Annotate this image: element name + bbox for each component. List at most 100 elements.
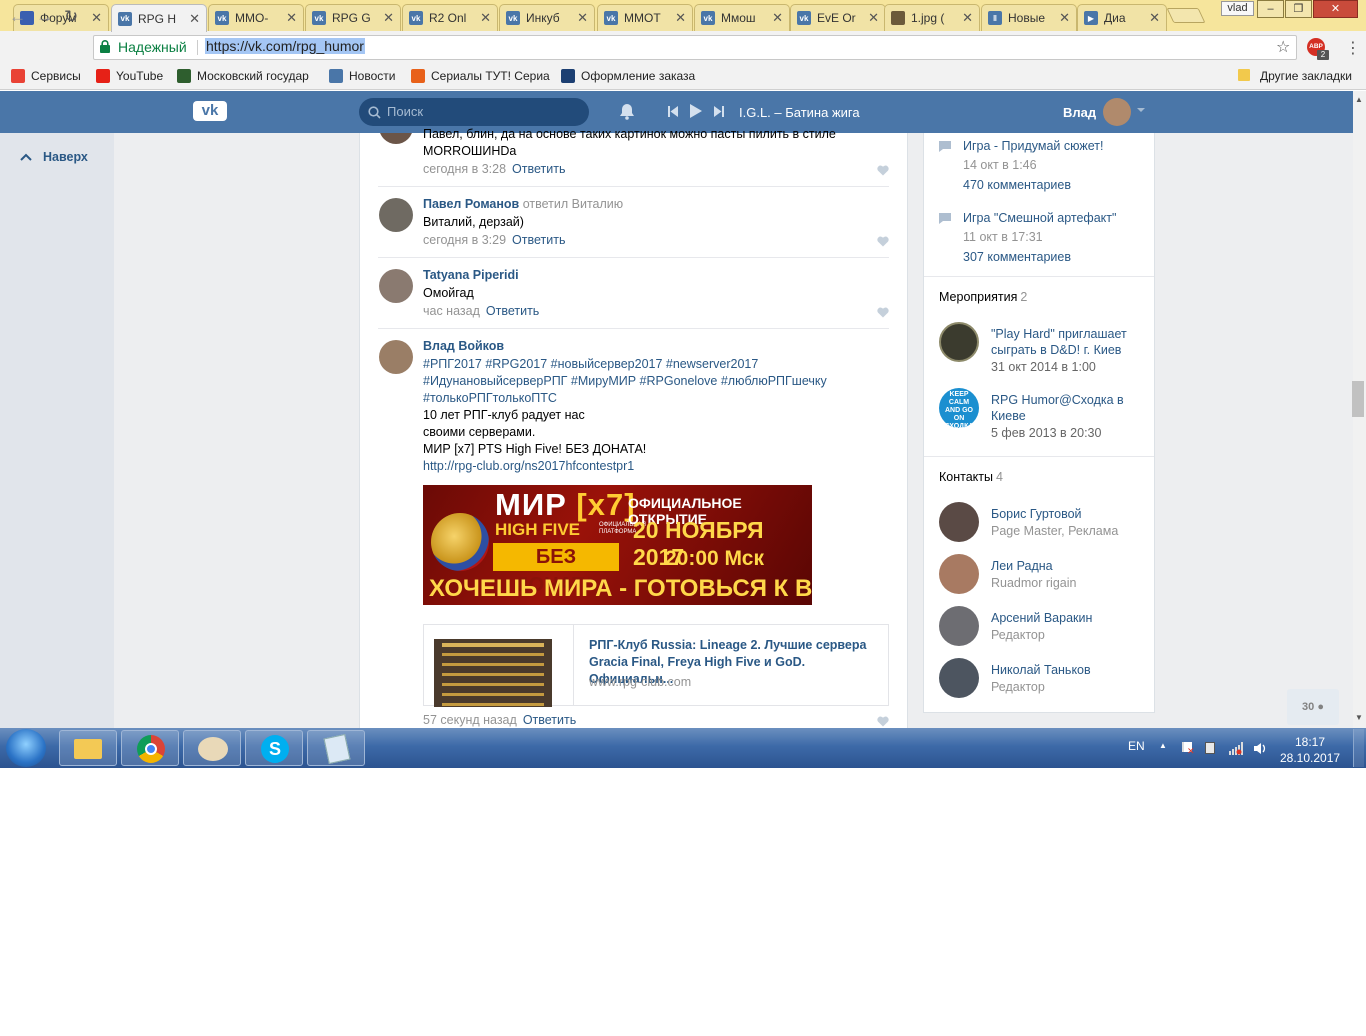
bookmark-item[interactable]: YouTube <box>96 69 163 83</box>
comment-link[interactable]: http://rpg-club.org/ns2017hfcontestpr1 <box>423 458 634 475</box>
other-bookmarks[interactable]: Другие закладки <box>1260 69 1352 83</box>
hashtags[interactable]: #толькоРПГтолькоПТС <box>423 390 557 407</box>
close-icon[interactable]: ✕ <box>383 10 394 26</box>
tab-3[interactable]: vk RPG G ✕ <box>305 4 401 31</box>
network-icon[interactable] <box>1229 742 1243 755</box>
device-icon[interactable] <box>1205 742 1218 755</box>
scroll-up-icon[interactable]: ▲ <box>1355 95 1363 104</box>
tab-9[interactable]: 1.jpg (✕ <box>884 4 980 31</box>
reply-button[interactable]: Ответить <box>486 304 539 318</box>
close-icon[interactable]: ✕ <box>91 10 102 26</box>
event-name[interactable]: Киеве <box>991 408 1026 424</box>
file-explorer-icon[interactable] <box>59 730 117 766</box>
tab-8[interactable]: vk EvE Or ✕ <box>790 4 886 31</box>
event-name[interactable]: RPG Humor@Сходка в <box>991 392 1124 408</box>
avatar[interactable] <box>1103 98 1131 126</box>
star-icon[interactable]: ☆ <box>1276 37 1290 57</box>
notepad-icon[interactable] <box>307 730 365 766</box>
avatar[interactable] <box>939 554 979 594</box>
hashtags[interactable]: #ИдунановыйсерверРПГ #МируМИР #RPGonelov… <box>423 373 827 390</box>
profile-button[interactable]: vlad <box>1221 1 1254 16</box>
next-track-icon[interactable] <box>714 105 724 117</box>
comment-author[interactable]: Павел Романов ответил Виталию <box>423 197 623 211</box>
online-friends-button[interactable]: 30 ● <box>1287 689 1339 725</box>
discussion-comments[interactable]: 307 комментариев <box>963 249 1071 265</box>
bookmark-item[interactable]: Сериалы ТУТ! Сериа <box>411 69 550 83</box>
contacts-title[interactable]: Контакты 4 <box>939 470 1003 484</box>
avatar[interactable] <box>939 658 979 698</box>
tab-2[interactable]: vk MMO- ✕ <box>208 4 304 31</box>
play-icon[interactable] <box>690 104 702 118</box>
tab-5[interactable]: vk Инкуб ✕ <box>499 4 595 31</box>
flag-icon[interactable]: ✕ <box>1182 742 1195 756</box>
prev-track-icon[interactable] <box>668 105 678 117</box>
contact-name[interactable]: Борис Гуртовой <box>991 506 1082 522</box>
tab-0[interactable]: Форум ✕ <box>13 4 109 31</box>
chevron-down-icon[interactable] <box>1137 108 1145 112</box>
events-title[interactable]: Мероприятия 2 <box>939 290 1027 304</box>
promo-banner-image[interactable]: МИР [x7] HIGH FIVE ОФИЦИАЛЬНАЯ ПЛАТФОРМА… <box>423 485 812 605</box>
contact-name[interactable]: Арсений Варакин <box>991 610 1092 626</box>
close-icon[interactable]: ✕ <box>189 11 200 27</box>
bookmark-item[interactable]: Оформление заказа <box>561 69 695 83</box>
close-icon[interactable]: ✕ <box>1149 10 1160 26</box>
tab-10[interactable]: ‖ Новые ✕ <box>981 4 1077 31</box>
avatar[interactable] <box>939 606 979 646</box>
forward-arrow-icon[interactable]: → <box>36 7 53 27</box>
scrollbar-thumb[interactable] <box>1352 381 1364 417</box>
volume-icon[interactable] <box>1254 742 1267 755</box>
close-window-button[interactable]: ✕ <box>1313 0 1358 18</box>
menu-icon[interactable]: ⋮ <box>1345 38 1361 58</box>
reply-button[interactable]: Ответить <box>512 162 565 176</box>
contact-name[interactable]: Николай Таньков <box>991 662 1091 678</box>
tab-7[interactable]: vk Ммош ✕ <box>694 4 790 31</box>
avatar[interactable] <box>939 322 979 362</box>
heart-icon[interactable] <box>877 236 889 247</box>
reply-button[interactable]: Ответить <box>523 713 576 727</box>
hashtags[interactable]: #РПГ2017 #RPG2017 #новыйсервер2017 #news… <box>423 356 758 373</box>
show-desktop-button[interactable] <box>1353 729 1364 767</box>
track-title[interactable]: I.G.L. – Батина жига <box>739 105 860 120</box>
close-icon[interactable]: ✕ <box>868 10 879 26</box>
url-text[interactable]: https://vk.com/rpg_humor <box>205 38 365 54</box>
heart-icon[interactable] <box>877 307 889 318</box>
clock[interactable]: 18:17 28.10.2017 <box>1280 734 1340 766</box>
paint-icon[interactable] <box>183 730 241 766</box>
discussion-title[interactable]: Игра - Придумай сюжет! <box>963 138 1103 154</box>
link-preview-card[interactable]: РПГ-Клуб Russia: Lineage 2. Лучшие серве… <box>423 624 889 707</box>
heart-icon[interactable] <box>877 716 889 727</box>
close-icon[interactable]: ✕ <box>772 10 783 26</box>
avatar[interactable] <box>379 269 413 303</box>
bookmark-item[interactable]: Московский государ <box>177 69 309 83</box>
discussion-comments[interactable]: 470 комментариев <box>963 177 1071 193</box>
reply-to[interactable]: ответил Виталию <box>523 197 623 211</box>
discussion-title[interactable]: Игра "Смешной артефакт" <box>963 210 1116 226</box>
search-input[interactable]: Поиск <box>359 98 589 126</box>
bell-icon[interactable] <box>619 103 635 120</box>
comment-time[interactable]: сегодня в 3:29 <box>423 233 506 247</box>
reload-icon[interactable]: ↻ <box>64 7 78 27</box>
bookmark-item[interactable]: Сервисы <box>11 69 81 83</box>
bookmark-item[interactable]: Новости <box>329 69 395 83</box>
comment-author[interactable]: Влад Войков <box>423 339 504 353</box>
left-gutter[interactable] <box>0 133 114 728</box>
avatar[interactable] <box>939 502 979 542</box>
close-icon[interactable]: ✕ <box>480 10 491 26</box>
tab-4[interactable]: vk R2 Onl ✕ <box>402 4 498 31</box>
minimize-button[interactable]: – <box>1257 0 1284 18</box>
back-to-top-link[interactable]: Наверх <box>43 150 88 164</box>
comment-time[interactable]: 57 секунд назад <box>423 713 517 727</box>
back-arrow-icon[interactable]: ← <box>9 7 26 27</box>
language-indicator[interactable]: EN <box>1128 739 1145 753</box>
close-icon[interactable]: ✕ <box>1059 10 1070 26</box>
vk-logo-icon[interactable]: vk <box>193 101 227 121</box>
maximize-button[interactable]: ❐ <box>1285 0 1312 18</box>
close-icon[interactable]: ✕ <box>962 10 973 26</box>
comment-time[interactable]: час назад <box>423 304 480 318</box>
section-title[interactable]: Мероприятия <box>939 290 1017 304</box>
comment-author[interactable]: Tatyana Piperidi <box>423 268 519 282</box>
event-name[interactable]: сыграть в D&D! г. Киев <box>991 342 1121 358</box>
avatar[interactable]: KEEP CALM AND GO ON СХОДКА <box>939 388 979 428</box>
author-name[interactable]: Павел Романов <box>423 197 519 211</box>
avatar[interactable] <box>379 198 413 232</box>
